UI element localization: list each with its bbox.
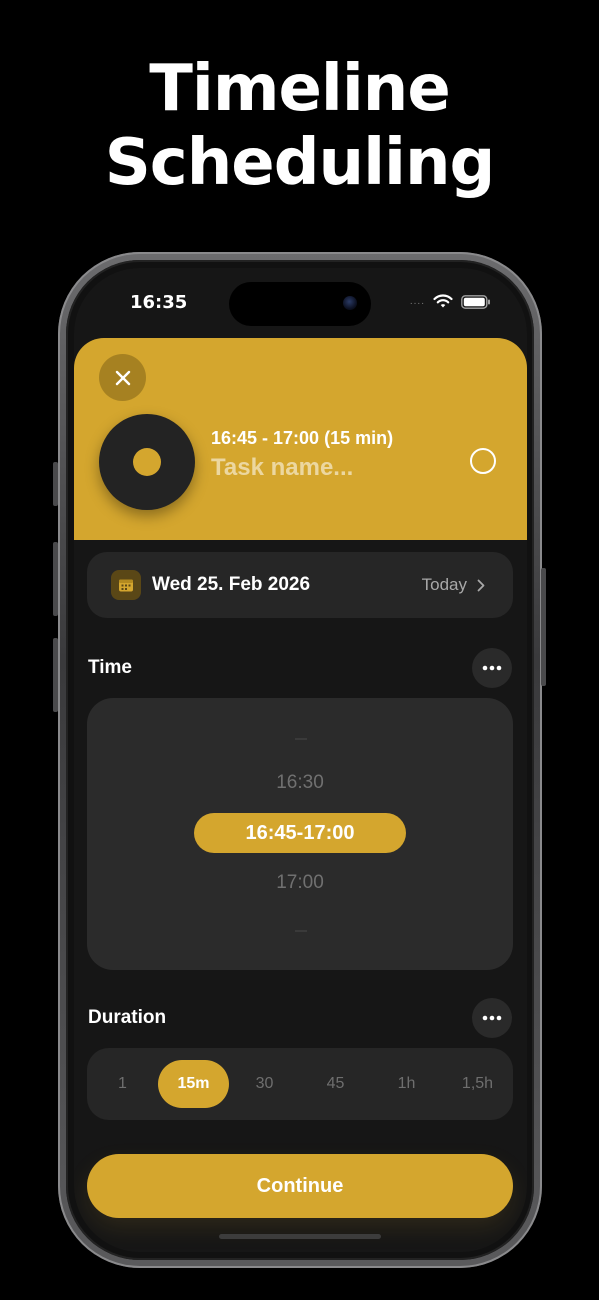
status-icons: ....	[410, 294, 491, 309]
date-selector[interactable]: Wed 25. Feb 2026 Today	[87, 552, 513, 618]
wheel-tick	[295, 930, 307, 932]
home-indicator[interactable]	[219, 1234, 381, 1239]
task-header: 16:45 - 17:00 (15 min) Task name...	[74, 338, 527, 540]
complete-toggle[interactable]	[470, 448, 496, 474]
duration-selector: 1 15m 30 45 1h 1,5h	[87, 1048, 513, 1120]
ellipsis-icon	[482, 665, 502, 671]
close-icon	[115, 370, 130, 385]
duration-option[interactable]: 1	[87, 1060, 158, 1108]
volume-down-button	[53, 638, 58, 712]
dynamic-island	[229, 282, 371, 326]
duration-option[interactable]: 1h	[371, 1060, 442, 1108]
action-button	[53, 462, 58, 506]
headline-line-1: Timeline	[149, 52, 451, 126]
duration-option[interactable]: 30	[229, 1060, 300, 1108]
status-time: 16:35	[130, 292, 188, 313]
battery-icon	[461, 294, 491, 309]
task-color-center	[133, 448, 161, 476]
duration-option[interactable]: 45	[300, 1060, 371, 1108]
ellipsis-icon	[482, 1015, 502, 1021]
signal-icon: ....	[409, 296, 425, 307]
time-option[interactable]: 17:00	[87, 872, 513, 894]
time-option[interactable]: 16:30	[87, 772, 513, 794]
calendar-icon	[111, 570, 141, 600]
headline-line-2: Scheduling	[104, 126, 496, 200]
task-time-range: 16:45 - 17:00 (15 min)	[211, 428, 394, 448]
task-name-input[interactable]: Task name...	[211, 454, 353, 482]
wheel-tick	[295, 738, 307, 740]
chevron-right-icon	[477, 579, 485, 591]
selected-date: Wed 25. Feb 2026	[152, 574, 311, 595]
time-picker-wheel[interactable]: 16:30 16:45-17:00 17:00	[87, 698, 513, 970]
volume-up-button	[53, 542, 58, 616]
today-button[interactable]: Today	[422, 575, 485, 595]
duration-section-title: Duration	[88, 1007, 167, 1028]
duration-more-button[interactable]	[472, 998, 512, 1038]
power-button	[541, 568, 546, 686]
marketing-headline: Timeline Scheduling	[0, 52, 599, 200]
today-label: Today	[421, 575, 467, 594]
task-color-icon[interactable]	[99, 414, 195, 510]
app-screen: 16:35 .... 16:45 - 17:00 (15 min) Task n…	[74, 268, 527, 1252]
duration-option-selected[interactable]: 15m	[158, 1060, 229, 1108]
camera-icon	[343, 296, 357, 310]
close-button[interactable]	[99, 354, 146, 401]
time-more-button[interactable]	[472, 648, 512, 688]
time-section-title: Time	[88, 657, 133, 678]
time-option-selected[interactable]: 16:45-17:00	[194, 813, 406, 853]
duration-option[interactable]: 1,5h	[442, 1060, 513, 1108]
wifi-icon	[433, 294, 453, 309]
continue-button[interactable]: Continue	[87, 1154, 513, 1218]
